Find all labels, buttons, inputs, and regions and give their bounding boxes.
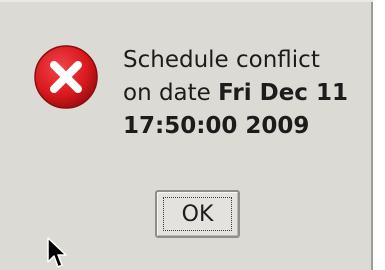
message-date-prefix: on date (123, 80, 219, 106)
message-line-2: on date Fri Dec 11 (123, 77, 368, 110)
message-text: Schedule conflict (123, 47, 320, 73)
ok-button[interactable]: OK (155, 190, 240, 238)
mouse-pointer-icon (47, 237, 67, 268)
conflict-time: 17:50:00 2009 (123, 113, 310, 139)
error-icon (34, 45, 98, 109)
window-edge (0, 0, 373, 2)
conflict-date: Fri Dec 11 (218, 80, 348, 106)
message-line-1: Schedule conflict (123, 44, 368, 77)
error-dialog: Schedule conflict on date Fri Dec 11 17:… (0, 0, 373, 270)
ok-button-label: OK (181, 201, 214, 227)
message-line-3: 17:50:00 2009 (123, 110, 368, 143)
error-message: Schedule conflict on date Fri Dec 11 17:… (123, 44, 368, 143)
